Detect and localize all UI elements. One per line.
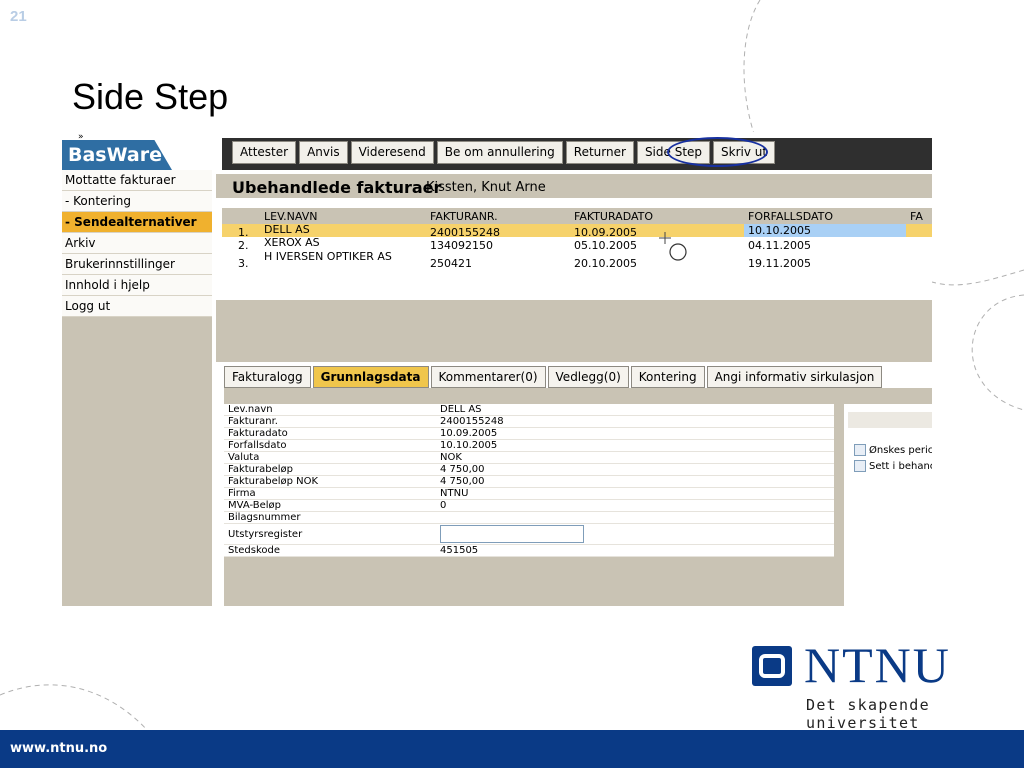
- detail-value: 0: [440, 500, 447, 511]
- grid-cell-name: DELL AS: [264, 223, 310, 236]
- detail-tabs: Fakturalogg Grunnlagsdata Kommentarer(0) Ve…: [224, 366, 883, 388]
- detail-row: Fakturanr. 2400155248: [224, 416, 834, 428]
- detail-row: Stedskode 451505: [224, 545, 834, 557]
- detail-label: Lev.navn: [228, 404, 273, 415]
- tab-item[interactable]: Grunnlagsdata: [312, 366, 429, 388]
- detail-label: Fakturanr.: [228, 416, 278, 427]
- footer-bar: www.ntnu.no: [0, 730, 1024, 768]
- detail-row: Valuta NOK: [224, 452, 834, 464]
- sidebar-item[interactable]: - Sendealternativer: [62, 212, 214, 233]
- tab-item[interactable]: Kontering: [630, 366, 705, 388]
- detail-label: MVA-Beløp: [228, 500, 281, 511]
- detail-row: Forfallsdato 10.10.2005: [224, 440, 834, 452]
- ntnu-logo-icon: [752, 646, 792, 686]
- sidebar-nav: Mottatte fakturaer - Kontering - Sendealte…: [62, 170, 214, 606]
- grid-column-header[interactable]: FORFALLSDATO: [748, 210, 833, 223]
- detail-label: Fakturadato: [228, 428, 288, 439]
- detail-row: Bilagsnummer: [224, 512, 834, 524]
- grid-cell-date: 20.10.2005: [574, 257, 637, 270]
- detail-label: Forfallsdato: [228, 440, 287, 451]
- invoice-grid: LEV.NAVN FAKTURANR. FAKTURADATO FORFALLSDAT…: [222, 208, 932, 276]
- grid-cell-name: XEROX AS: [264, 236, 320, 249]
- app-topbar: » BasWare Attester Anvis Videresend Be om a…: [62, 132, 932, 170]
- option-checkbox[interactable]: Ønskes peric: [854, 444, 932, 456]
- grid-cell-name: H IVERSEN OPTIKER AS: [264, 250, 392, 263]
- detail-row: Fakturadato 10.09.2005: [224, 428, 834, 440]
- sidebar-item[interactable]: Innhold i hjelp: [62, 275, 214, 296]
- ntnu-tagline: Det skapende universitet: [806, 696, 930, 732]
- main-panel: Ubehandlede fakturaer Kissten, Knut Arne…: [216, 170, 932, 606]
- toolbar-button[interactable]: Returner: [565, 141, 634, 164]
- detail-row: MVA-Beløp 0: [224, 500, 834, 512]
- grid-cell-invoice: 250421: [430, 257, 472, 270]
- detail-label: Valuta: [228, 452, 260, 463]
- sidebar-item[interactable]: Brukerinnstillinger: [62, 254, 214, 275]
- detail-label: Fakturabeløp NOK: [228, 476, 319, 487]
- slide-number: 21: [10, 8, 27, 25]
- table-row[interactable]: 1. DELL AS 2400155248 10.09.2005 10.10.2005: [222, 223, 932, 239]
- detail-row: Firma NTNU: [224, 488, 834, 500]
- detail-label: Fakturabeløp: [228, 464, 293, 475]
- utstyrsregister-input[interactable]: [440, 525, 584, 543]
- grid-column-header[interactable]: FA: [910, 210, 923, 223]
- grid-column-header[interactable]: FAKTURADATO: [574, 210, 653, 223]
- detail-value: 4 750,00: [440, 464, 485, 475]
- grid-cell-no: 3.: [238, 257, 249, 270]
- list-title: Ubehandlede fakturaer: [232, 178, 442, 197]
- detail-label: Stedskode: [228, 545, 281, 556]
- toolbar-button[interactable]: Be om annullering: [436, 141, 563, 164]
- detail-row: Utstyrsregister: [224, 524, 834, 545]
- table-row[interactable]: 3. H IVERSEN OPTIKER AS 250421 20.10.2005 19…: [222, 250, 932, 276]
- footer-url[interactable]: www.ntnu.no: [10, 741, 107, 756]
- detail-value: 4 750,00: [440, 476, 485, 487]
- checkbox-icon[interactable]: [854, 460, 866, 472]
- options-pane: Ønskes peric Sett i behanc: [844, 404, 932, 606]
- toolbar-button[interactable]: Anvis: [299, 141, 348, 164]
- detail-value: 451505: [440, 545, 479, 556]
- tab-item[interactable]: Vedlegg(0): [547, 366, 629, 388]
- detail-value: 2400155248: [440, 416, 504, 427]
- toolbar-button[interactable]: Videresend: [350, 141, 434, 164]
- checkbox-label: Ønskes peric: [869, 445, 932, 456]
- detail-row: Fakturabeløp 4 750,00: [224, 464, 834, 476]
- table-row[interactable]: 2. XEROX AS 134092150 05.10.2005 04.11.2005: [222, 236, 932, 252]
- sidebar-item[interactable]: Logg ut: [62, 296, 214, 317]
- detail-label: Bilagsnummer: [228, 512, 301, 523]
- sidebar-item[interactable]: Arkiv: [62, 233, 214, 254]
- ntnu-wordmark: NTNU: [804, 637, 951, 693]
- detail-table: Lev.navn DELL AS Fakturanr. 2400155248 Faktu…: [224, 404, 834, 557]
- slide-title: Side Step: [72, 76, 229, 117]
- detail-value: 10.10.2005: [440, 440, 498, 451]
- option-checkbox[interactable]: Sett i behanc: [854, 460, 932, 472]
- detail-panel: Lev.navn DELL AS Fakturanr. 2400155248 Faktu…: [224, 388, 932, 606]
- detail-row: Lev.navn DELL AS: [224, 404, 834, 416]
- checkbox-icon[interactable]: [854, 444, 866, 456]
- tab-item[interactable]: Angi informativ sirkulasjon: [706, 366, 883, 388]
- grid-column-header[interactable]: LEV.NAVN: [264, 210, 318, 223]
- list-user: Kissten, Knut Arne: [426, 180, 546, 195]
- highlight-ellipse: [667, 137, 768, 167]
- detail-row: Fakturabeløp NOK 4 750,00: [224, 476, 834, 488]
- app-screenshot: » BasWare Attester Anvis Videresend Be om a…: [62, 132, 932, 606]
- tab-item[interactable]: Fakturalogg: [224, 366, 311, 388]
- grid-header-row: LEV.NAVN FAKTURANR. FAKTURADATO FORFALLSDAT…: [222, 208, 932, 224]
- grid-cell-due: 19.11.2005: [748, 257, 811, 270]
- tab-item[interactable]: Kommentarer(0): [430, 366, 546, 388]
- list-header: Ubehandlede fakturaer Kissten, Knut Arne: [216, 174, 932, 198]
- sidebar-item[interactable]: Mottatte fakturaer: [62, 170, 214, 191]
- detail-value: NOK: [440, 452, 462, 463]
- detail-label: Firma: [228, 488, 256, 499]
- toolbar-button[interactable]: Attester: [232, 141, 297, 164]
- detail-value: NTNU: [440, 488, 469, 499]
- grid-column-header[interactable]: FAKTURANR.: [430, 210, 498, 223]
- basware-logo: BasWare: [62, 140, 172, 170]
- grid-cell-due: 10.10.2005: [744, 224, 906, 237]
- sidebar-item[interactable]: - Kontering: [62, 191, 214, 212]
- checkbox-label: Sett i behanc: [869, 461, 932, 472]
- detail-value: DELL AS: [440, 404, 482, 415]
- detail-value: 10.09.2005: [440, 428, 498, 439]
- detail-label: Utstyrsregister: [228, 529, 303, 540]
